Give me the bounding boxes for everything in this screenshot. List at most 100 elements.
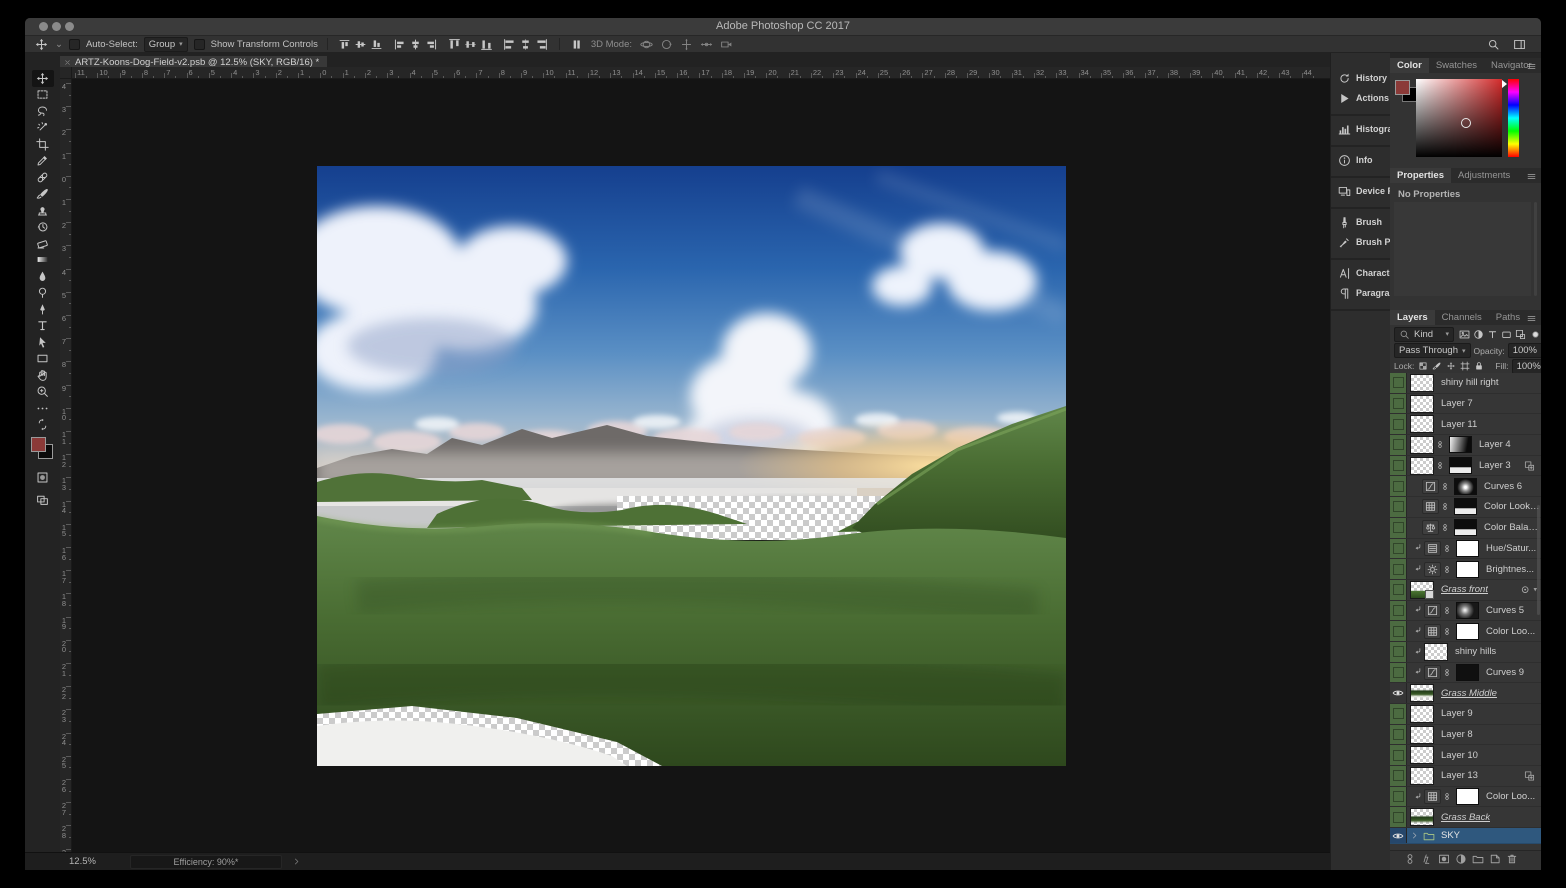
color-cursor[interactable] — [1461, 118, 1471, 128]
layer-row-color-lookup-1[interactable]: Color Lookup 1 — [1390, 497, 1541, 518]
tab-layers-layers[interactable]: Layers — [1390, 310, 1435, 325]
hand-tool[interactable] — [32, 367, 54, 384]
status-options-chevron-icon[interactable] — [292, 857, 301, 866]
dist-left-icon[interactable] — [502, 37, 518, 52]
layer-name[interactable]: Color Lookup 1 — [1484, 501, 1541, 512]
layer-thumbnail[interactable] — [1410, 457, 1434, 475]
screen-mode-icon[interactable] — [32, 492, 54, 509]
layer-name[interactable]: Brightnes... — [1486, 564, 1534, 575]
layer-row-color-loo[interactable]: Color Loo... — [1390, 621, 1541, 642]
tab-layers-channels[interactable]: Channels — [1435, 310, 1489, 325]
mask-link-icon[interactable] — [1436, 438, 1445, 451]
ruler-origin[interactable] — [60, 67, 72, 79]
lookup-icon[interactable] — [1422, 499, 1439, 514]
layer-thumbnail[interactable] — [1410, 767, 1434, 785]
layer-mask-thumbnail[interactable] — [1454, 498, 1477, 515]
layer-name[interactable]: Color Balance 1 — [1484, 522, 1541, 533]
layer-row-color-balance-1[interactable]: Color Balance 1 — [1390, 518, 1541, 539]
align-bottom-icon[interactable] — [369, 37, 385, 52]
layer-mask-icon[interactable] — [1438, 853, 1450, 865]
huesat-icon[interactable] — [1424, 541, 1441, 556]
layer-row-layer-9[interactable]: Layer 9 — [1390, 704, 1541, 725]
lock-transparent-icon[interactable] — [1418, 361, 1428, 371]
visibility-toggle[interactable] — [1390, 828, 1407, 843]
panel-menu-icon[interactable] — [1526, 171, 1537, 182]
visibility-toggle[interactable] — [1390, 394, 1407, 414]
lock-move-icon[interactable] — [1446, 361, 1456, 371]
layer-row-curves-9[interactable]: Curves 9 — [1390, 663, 1541, 684]
visibility-toggle[interactable] — [1390, 683, 1407, 703]
zoom-level-field[interactable]: 12.5% — [69, 856, 96, 867]
layer-thumbnail[interactable] — [1410, 684, 1434, 702]
blur-tool[interactable] — [32, 268, 54, 285]
curves-icon[interactable] — [1424, 603, 1441, 618]
layer-name[interactable]: Color Loo... — [1486, 791, 1535, 802]
lookup-icon[interactable] — [1424, 624, 1441, 639]
visibility-toggle[interactable] — [1390, 456, 1407, 476]
mask-link-icon[interactable] — [1441, 521, 1450, 534]
panel-menu-icon[interactable] — [1526, 61, 1537, 72]
smart-filter-icon[interactable]: ▾ — [1520, 584, 1537, 595]
workspace-switcher-icon[interactable] — [1511, 37, 1527, 52]
layer-mask-thumbnail[interactable] — [1456, 561, 1479, 578]
mask-link-icon[interactable] — [1443, 790, 1452, 803]
mask-link-icon[interactable] — [1436, 459, 1445, 472]
threed-orbit-icon[interactable] — [638, 37, 654, 52]
saturation-brightness-map[interactable] — [1416, 79, 1502, 157]
layer-row-curves-6[interactable]: Curves 6 — [1390, 476, 1541, 497]
show-transform-checkbox[interactable] — [194, 39, 205, 50]
dock-panel-character[interactable]: Character — [1331, 263, 1390, 283]
layer-thumbnail[interactable] — [1410, 808, 1434, 826]
layer-mask-thumbnail[interactable] — [1456, 788, 1479, 805]
healing-brush-tool[interactable] — [32, 169, 54, 186]
type-filter-icon[interactable] — [1487, 329, 1498, 340]
layer-row-color-loo[interactable]: Color Loo... — [1390, 787, 1541, 808]
layer-row-layer-3[interactable]: Layer 3 — [1390, 456, 1541, 477]
brightness-icon[interactable] — [1424, 562, 1441, 577]
dock-panel-brush[interactable]: Brush — [1331, 212, 1390, 232]
layer-name[interactable]: Layer 3 — [1479, 460, 1511, 471]
gradient-tool[interactable] — [32, 252, 54, 269]
dodge-tool[interactable] — [32, 285, 54, 302]
brush-tool[interactable] — [32, 186, 54, 203]
search-icon[interactable] — [1485, 37, 1501, 52]
layer-row-grass-front[interactable]: Grass front▾ — [1390, 580, 1541, 601]
align-hcenter-icon[interactable] — [408, 37, 424, 52]
group-expand-icon[interactable] — [1410, 831, 1419, 840]
layer-name[interactable]: Layer 11 — [1441, 419, 1477, 430]
edit-toolbar-icon[interactable] — [32, 400, 54, 417]
link-layers-icon[interactable] — [1404, 853, 1416, 865]
layer-row-layer-4[interactable]: Layer 4 — [1390, 435, 1541, 456]
layer-row-brightnes[interactable]: Brightnes... — [1390, 559, 1541, 580]
canvas-image[interactable] — [317, 166, 1066, 766]
visibility-toggle[interactable] — [1390, 621, 1407, 641]
blend-mode-dropdown[interactable]: Pass Through▾ — [1394, 343, 1471, 358]
visibility-toggle[interactable] — [1390, 807, 1407, 827]
layer-row-grass-back[interactable]: Grass Back — [1390, 807, 1541, 828]
canvas-area[interactable] — [72, 79, 1330, 852]
layer-row-sky[interactable]: SKY — [1390, 828, 1541, 844]
layer-name[interactable]: shiny hill right — [1441, 377, 1499, 388]
clone-stamp-tool[interactable] — [32, 202, 54, 219]
adjustment-layer-icon[interactable] — [1455, 853, 1467, 865]
threed-slide-icon[interactable] — [698, 37, 714, 52]
dist-top-icon[interactable] — [447, 37, 463, 52]
layer-mask-thumbnail[interactable] — [1454, 478, 1477, 495]
dock-panel-histogra[interactable]: Histogra... — [1331, 119, 1390, 139]
layer-row-layer-10[interactable]: Layer 10 — [1390, 745, 1541, 766]
swap-colors-icon[interactable] — [32, 417, 54, 434]
dist-right-icon[interactable] — [534, 37, 550, 52]
layer-name[interactable]: Layer 4 — [1479, 439, 1511, 450]
dock-panel-brush-pr[interactable]: Brush Pr... — [1331, 232, 1390, 252]
layer-name[interactable]: Layer 9 — [1441, 708, 1473, 719]
dock-panel-actions[interactable]: Actions — [1331, 88, 1390, 108]
path-select-tool[interactable] — [32, 334, 54, 351]
crop-tool[interactable] — [32, 136, 54, 153]
lookup-icon[interactable] — [1424, 789, 1441, 804]
visibility-toggle[interactable] — [1390, 435, 1407, 455]
lock-paint-icon[interactable] — [1432, 361, 1442, 371]
foreground-color-swatch[interactable] — [31, 437, 46, 452]
visibility-toggle[interactable] — [1390, 745, 1407, 765]
efficiency-indicator[interactable]: Efficiency: 90%* — [130, 855, 282, 869]
eraser-tool[interactable] — [32, 235, 54, 252]
